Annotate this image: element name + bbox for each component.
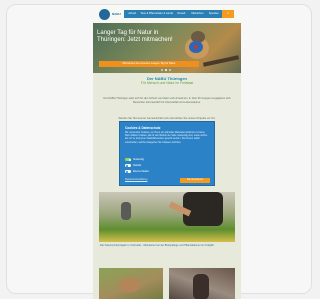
site-logo[interactable]: NABU bbox=[99, 9, 125, 20]
cookie-option-necessary[interactable]: Notwendig bbox=[125, 158, 144, 161]
hero-title: Langer Tag für Natur in Thüringen: Jetzt… bbox=[97, 30, 173, 43]
cookie-option-label: Statistik bbox=[133, 164, 142, 167]
intro-text: Der NABU Thüringen setzt sich für den Sc… bbox=[103, 97, 231, 104]
logo-icon bbox=[99, 9, 110, 20]
nav-item[interactable]: Aktuell bbox=[124, 10, 140, 18]
hero-bird-image bbox=[179, 31, 215, 61]
main-navigation: Aktuell Tiere & Pflanzen Natur & Landsch… bbox=[124, 10, 234, 18]
toggle-switch[interactable] bbox=[125, 170, 131, 173]
nav-item[interactable]: Tiere & Pflanzen bbox=[140, 10, 156, 18]
accept-all-button[interactable]: Alle akzeptieren bbox=[180, 178, 210, 183]
cookie-dialog-text: Wir verwenden Cookies, um Ihnen ein opti… bbox=[125, 132, 208, 144]
privacy-link[interactable]: Datenschutzerklärung bbox=[125, 179, 147, 181]
cookie-option-media[interactable]: Externe Medien bbox=[125, 170, 149, 173]
logo-text: NABU bbox=[112, 12, 121, 16]
section-subheading: Für Mensch und Natur im Freistaat bbox=[140, 81, 194, 85]
slider-dots bbox=[161, 69, 171, 71]
feature-photo[interactable] bbox=[99, 192, 235, 242]
hero-cta-banner[interactable]: Mitmachen bei unserem Langen Tag für Nat… bbox=[99, 61, 199, 67]
menu-icon[interactable]: ≡ bbox=[221, 10, 234, 18]
page-screenshot: NABU Aktuell Tiere & Pflanzen Natur & La… bbox=[93, 6, 241, 299]
nav-item[interactable]: Natur & Landschaft bbox=[157, 10, 173, 18]
cookie-dialog-title: Cookies & Datenschutz bbox=[125, 126, 161, 130]
nav-item[interactable]: Umwelt bbox=[173, 10, 189, 18]
slider-dot-active[interactable] bbox=[165, 69, 167, 71]
cookie-option-label: Notwendig bbox=[133, 158, 144, 161]
cookie-consent-dialog: Cookies & Datenschutz Wir verwenden Cook… bbox=[119, 121, 215, 186]
slider-dot[interactable] bbox=[169, 69, 171, 71]
feature-caption[interactable]: Das Naturschutzprojekt im Unstruttal – M… bbox=[100, 244, 234, 247]
nav-item[interactable]: Spenden bbox=[206, 10, 222, 18]
site-header: NABU Aktuell Tiere & Pflanzen Natur & La… bbox=[93, 6, 241, 23]
hero-slider[interactable]: Langer Tag für Natur in Thüringen: Jetzt… bbox=[93, 23, 241, 73]
cookie-option-statistics[interactable]: Statistik bbox=[125, 164, 141, 167]
teaser-photo-animal[interactable] bbox=[99, 268, 163, 299]
toggle-switch[interactable] bbox=[125, 164, 131, 167]
toggle-switch[interactable] bbox=[125, 158, 131, 161]
cookie-option-label: Externe Medien bbox=[133, 170, 150, 173]
nav-item[interactable]: Mitmachen bbox=[189, 10, 205, 18]
slider-dot[interactable] bbox=[161, 69, 163, 71]
teaser-photo-person[interactable] bbox=[169, 268, 235, 299]
